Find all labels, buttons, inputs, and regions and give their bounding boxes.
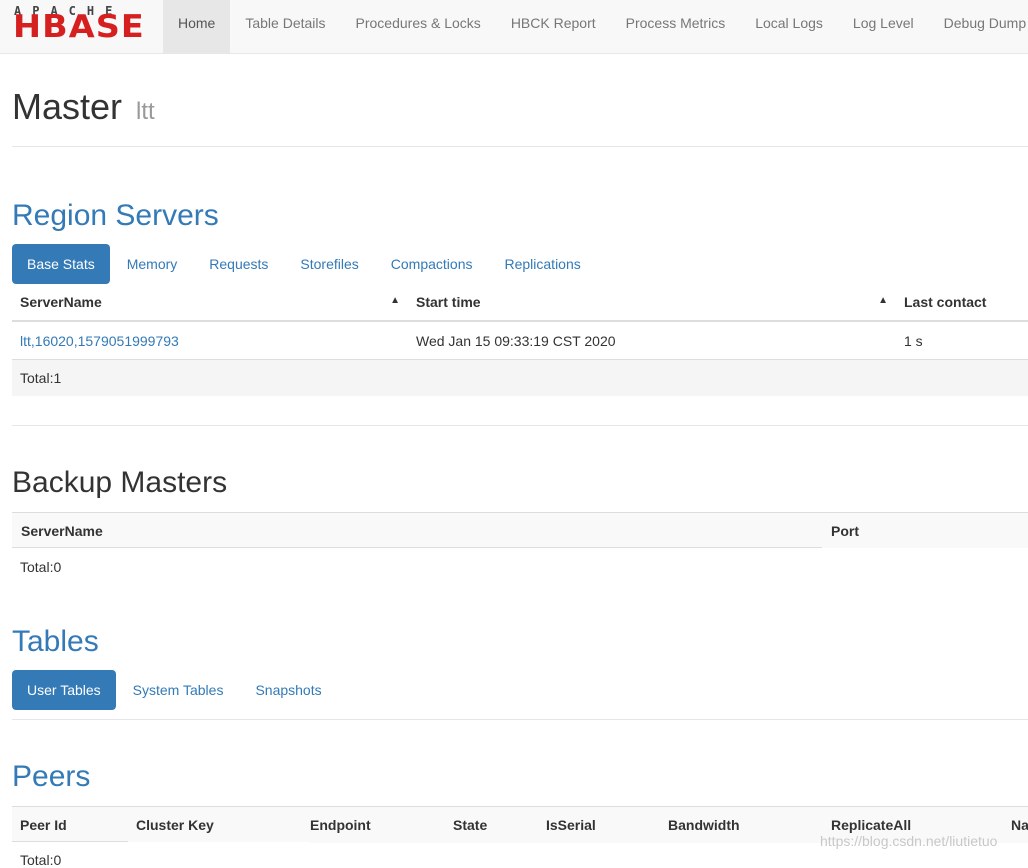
column-header-servername[interactable]: ServerName ▲︎	[12, 284, 408, 322]
watermark: https://blog.csdn.net/liutietuo	[820, 833, 998, 849]
start-time-cell: Wed Jan 15 09:33:19 CST 2020	[408, 321, 896, 360]
hbase-logo[interactable]: APACHE HBASE	[13, 4, 150, 45]
page-title: Master ltt	[12, 86, 155, 128]
tab-compactions[interactable]: Compactions	[376, 244, 488, 284]
column-header-servername: ServerName	[12, 512, 822, 548]
tab-storefiles[interactable]: Storefiles	[285, 244, 373, 284]
tables-title: Tables	[12, 625, 99, 658]
column-header-cluster-key: Cluster Key	[128, 806, 310, 842]
total-row: Total:1	[12, 359, 1028, 396]
total-cell: Total:1	[12, 359, 1028, 396]
column-label: Start time	[416, 294, 481, 310]
tables-tabs: User Tables System Tables Snapshots	[12, 670, 339, 710]
nav-log-level[interactable]: Log Level	[838, 0, 929, 53]
column-header-last-contact[interactable]: Last contact	[896, 284, 1028, 322]
page-title-text: Master	[12, 86, 123, 127]
divider	[12, 146, 1028, 147]
nav-process-metrics[interactable]: Process Metrics	[611, 0, 741, 53]
nav-table-details[interactable]: Table Details	[230, 0, 340, 53]
table-row: ltt,16020,1579051999793 Wed Jan 15 09:33…	[12, 321, 1028, 360]
column-header-bandwidth: Bandwidth	[668, 806, 831, 843]
top-navbar: APACHE HBASE Home Table Details Procedur…	[0, 0, 1028, 54]
nav-debug-dump[interactable]: Debug Dump	[929, 0, 1028, 53]
nav-home[interactable]: Home	[163, 0, 231, 53]
tab-replications[interactable]: Replications	[489, 244, 595, 284]
divider	[12, 425, 1028, 426]
backup-masters-title: Backup Masters	[12, 466, 228, 499]
region-servers-title: Region Servers	[12, 199, 219, 232]
region-servers-tabs: Base Stats Memory Requests Storefiles Co…	[12, 244, 598, 284]
main-nav: Home Table Details Procedures & Locks HB…	[163, 0, 1028, 53]
tab-system-tables[interactable]: System Tables	[118, 670, 239, 710]
logo-hbase-text: HBASE	[13, 9, 145, 45]
tab-requests[interactable]: Requests	[194, 244, 283, 284]
backup-masters-table-header: ServerName Port	[12, 512, 1028, 548]
column-label: Last contact	[904, 294, 987, 310]
master-host: ltt	[136, 98, 155, 125]
region-servers-table: ServerName ▲︎ Start time ▲︎ Last contact l…	[12, 284, 1028, 396]
last-contact-cell: 1 s	[896, 321, 1028, 360]
column-header-start-time[interactable]: Start time ▲︎	[408, 284, 896, 322]
column-label: ServerName	[20, 294, 102, 310]
backup-masters-total: Total:0	[20, 559, 62, 575]
tab-snapshots[interactable]: Snapshots	[240, 670, 336, 710]
column-header-namespaces: Na	[1011, 806, 1028, 843]
sort-icon: ▲︎	[390, 295, 400, 306]
server-link[interactable]: ltt,16020,1579051999793	[20, 333, 179, 349]
servername-cell: ltt,16020,1579051999793	[12, 321, 408, 360]
nav-procedures-locks[interactable]: Procedures & Locks	[341, 0, 496, 53]
nav-local-logs[interactable]: Local Logs	[740, 0, 838, 53]
tab-base-stats[interactable]: Base Stats	[12, 244, 110, 284]
peers-title: Peers	[12, 760, 91, 793]
peers-total: Total:0	[20, 852, 62, 868]
column-header-isserial: IsSerial	[546, 806, 668, 843]
nav-hbck-report[interactable]: HBCK Report	[496, 0, 611, 53]
column-header-port: Port	[822, 512, 1028, 548]
column-header-endpoint: Endpoint	[310, 806, 453, 843]
tab-user-tables[interactable]: User Tables	[12, 670, 116, 710]
divider	[12, 719, 1028, 720]
column-header-state: State	[453, 806, 546, 843]
sort-icon: ▲︎	[878, 295, 888, 306]
tab-memory[interactable]: Memory	[112, 244, 193, 284]
column-header-peer-id: Peer Id	[12, 806, 128, 842]
